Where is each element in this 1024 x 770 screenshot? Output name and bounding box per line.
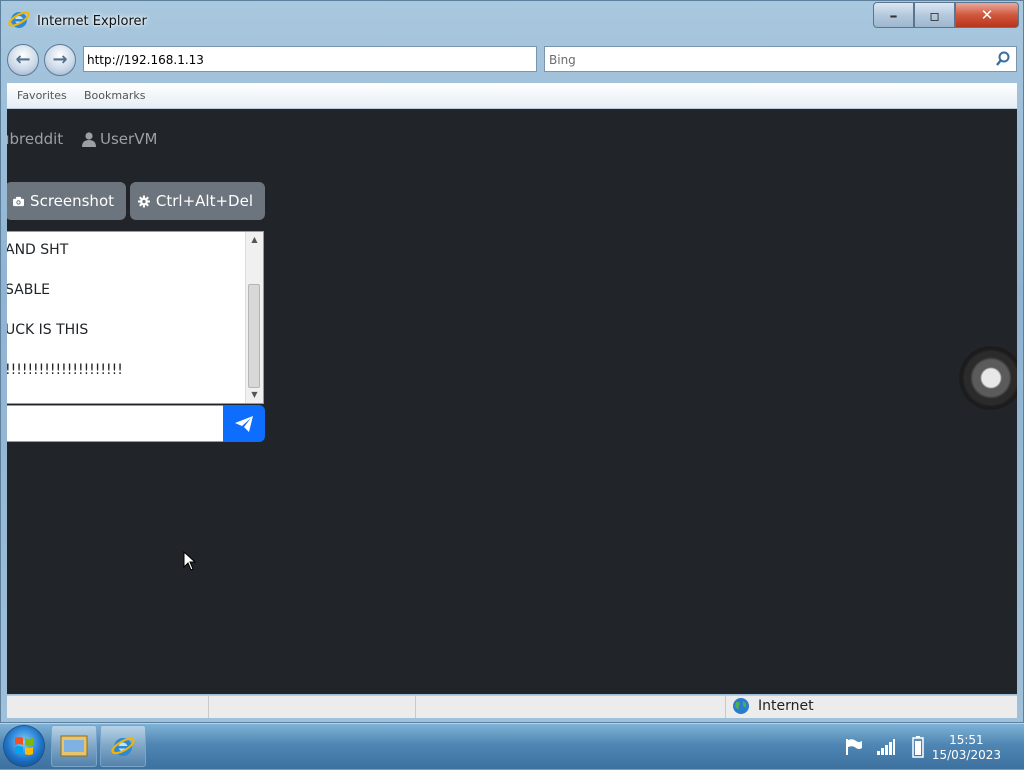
close-button[interactable]: ✕: [955, 2, 1019, 28]
file-explorer-icon: [60, 735, 88, 757]
taskbar-internet-explorer[interactable]: [100, 725, 146, 767]
status-divider: [725, 696, 726, 718]
clock-date: 15/03/2023: [931, 748, 1001, 762]
title-bar: Internet Explorer – ▫ ✕: [0, 0, 1024, 42]
network-signal-icon[interactable]: [876, 738, 896, 756]
gear-icon: [138, 195, 150, 207]
browser-window: Internet Explorer – ▫ ✕ ← → http://192.1…: [0, 0, 1024, 723]
message-item: UCK IS THIS: [7, 322, 89, 338]
minimize-button[interactable]: –: [873, 2, 914, 28]
ctrl-alt-del-button[interactable]: Ctrl+Alt+Del: [130, 182, 265, 220]
message-log[interactable]: AND SHT SABLE UCK IS THIS !!!!!!!!!!!!!!…: [7, 231, 264, 404]
taskbar-explorer[interactable]: [51, 725, 97, 767]
favorites-bar: Favorites Bookmarks: [7, 83, 1017, 109]
message-log-scrollbar[interactable]: ▲ ▼: [245, 232, 263, 403]
start-button[interactable]: [4, 726, 44, 766]
back-arrow-icon: ←: [15, 49, 31, 70]
screenshot-label: Screenshot: [30, 192, 114, 210]
forward-arrow-icon: →: [52, 49, 68, 70]
user-label: UserVM: [100, 130, 158, 148]
status-bar: Internet: [7, 695, 1017, 718]
search-placeholder: Bing: [549, 53, 576, 67]
search-box[interactable]: Bing: [544, 46, 1017, 72]
maximize-button[interactable]: ▫: [914, 2, 955, 28]
ctrl-alt-del-label: Ctrl+Alt+Del: [155, 192, 253, 210]
security-zone-label: Internet: [758, 698, 814, 714]
message-item: !!!!!!!!!!!!!!!!!!!!!: [7, 362, 123, 378]
send-button[interactable]: [223, 405, 265, 442]
address-bar[interactable]: http://192.168.1.13: [83, 46, 537, 72]
scrollbar-thumb[interactable]: [248, 284, 260, 388]
message-item: AND SHT: [7, 242, 69, 258]
scroll-up-icon[interactable]: ▲: [246, 233, 263, 247]
window-controls: – ▫ ✕: [873, 2, 1019, 28]
maximize-icon: ▫: [929, 5, 940, 25]
camera-icon: [13, 196, 25, 206]
subreddit-link[interactable]: ubreddit: [7, 130, 63, 148]
status-divider: [415, 696, 416, 718]
internet-explorer-icon: [8, 11, 30, 28]
favorites-link[interactable]: Favorites: [17, 89, 67, 102]
minimize-icon: –: [889, 5, 898, 25]
taskbar: 15:51 15/03/2023: [0, 723, 1024, 769]
forward-button[interactable]: →: [44, 44, 76, 76]
screenshot-button[interactable]: Screenshot: [7, 182, 126, 220]
address-url: http://192.168.1.13: [87, 53, 204, 67]
internet-explorer-icon: [111, 737, 135, 756]
clock-time: 15:51: [949, 733, 984, 747]
back-button[interactable]: ←: [7, 44, 39, 76]
status-divider: [208, 696, 209, 718]
page-content: ubreddit UserVM Screenshot: [7, 109, 1017, 694]
bookmarks-link[interactable]: Bookmarks: [84, 89, 145, 102]
user-link[interactable]: UserVM: [82, 130, 157, 148]
paper-plane-icon: [235, 415, 253, 432]
security-zone[interactable]: Internet: [732, 697, 814, 715]
clock[interactable]: 15:51 15/03/2023: [932, 733, 1001, 763]
user-icon: [82, 131, 96, 147]
battery-icon[interactable]: [912, 736, 924, 758]
scroll-down-icon[interactable]: ▼: [246, 388, 263, 402]
floating-action-button[interactable]: [959, 346, 1017, 410]
message-input[interactable]: [7, 405, 224, 442]
action-center-flag-icon[interactable]: [844, 737, 864, 757]
windows-logo-icon: [15, 737, 33, 755]
search-icon[interactable]: [994, 50, 1012, 68]
globe-icon: [733, 698, 749, 714]
window-title: Internet Explorer: [37, 14, 147, 29]
message-item: SABLE: [7, 282, 50, 298]
mouse-cursor-icon: [183, 551, 197, 571]
close-icon: ✕: [980, 6, 994, 24]
